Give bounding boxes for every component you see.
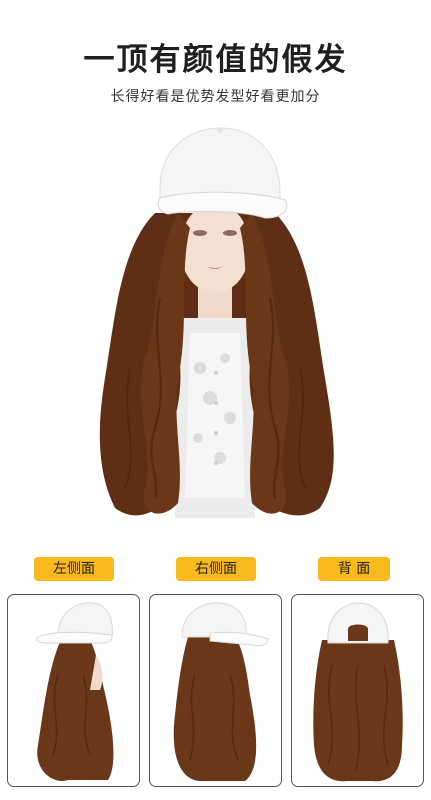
back-view-image	[313, 602, 403, 782]
left-side-view-image	[35, 602, 114, 781]
view-label-left-side: 左侧面	[34, 557, 114, 581]
hero-product-image	[99, 127, 334, 518]
left-side-view-frame	[7, 594, 140, 787]
view-label-right-side: 右侧面	[176, 557, 256, 581]
view-label-back: 背 面	[318, 557, 390, 581]
back-view-frame	[291, 594, 424, 787]
page-subtitle: 长得好看是优势发型好看更加分	[110, 89, 321, 105]
right-side-view-image	[173, 602, 269, 781]
page-title: 一顶有颜值的假发	[83, 42, 348, 78]
right-side-view-frame	[149, 594, 282, 787]
